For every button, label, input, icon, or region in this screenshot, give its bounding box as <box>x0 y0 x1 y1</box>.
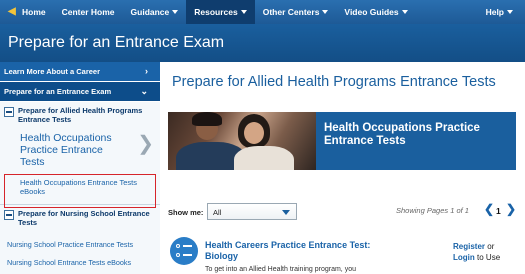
sidebar-group-allied[interactable]: Prepare for Allied Health Programs Entra… <box>0 102 160 126</box>
nav-guidance[interactable]: Guidance <box>123 0 187 24</box>
home-icon: ◀ <box>8 6 16 17</box>
chevron-right-icon: ❯ <box>137 133 154 155</box>
nav-video-guides-label: Video Guides <box>344 7 399 17</box>
nav-home[interactable]: ◀ Home <box>0 0 54 24</box>
sidebar-item-nursing-ebooks[interactable]: Nursing School Entrance Tests eBooks <box>7 258 131 267</box>
register-link[interactable]: Register <box>453 242 485 251</box>
prev-page-icon[interactable]: ❮ <box>484 202 494 216</box>
hero-text: Health Occupations Practice Entrance Tes… <box>324 122 480 147</box>
sidebar-item-label: Prepare for an Entrance Exam <box>4 87 112 96</box>
page-number[interactable]: 1 <box>496 206 501 216</box>
paging-text: Showing Pages 1 of 1 <box>396 206 469 215</box>
next-page-icon[interactable]: ❯ <box>506 202 516 216</box>
show-me-label: Show me: <box>168 208 204 217</box>
chevron-right-icon: › <box>145 66 148 76</box>
register-login: Register or Login to Use <box>453 241 500 263</box>
caret-down-icon <box>322 10 329 14</box>
login-link[interactable]: Login <box>453 253 475 262</box>
or-text: or <box>487 242 495 251</box>
students-photo <box>168 112 316 170</box>
sidebar-item-learn-more[interactable]: Learn More About a Career › <box>0 62 160 82</box>
show-me-select[interactable]: All <box>207 203 297 220</box>
to-use-text: to Use <box>477 253 501 262</box>
sidebar-group-label: Prepare for Nursing School Entrance Test… <box>18 209 150 227</box>
nav-help-label: Help <box>485 7 504 17</box>
sidebar-item-nursing-practice[interactable]: Nursing School Practice Entrance Tests <box>7 240 133 249</box>
sidebar-item-hop-practice[interactable]: Health Occupations Practice Entrance Tes… <box>0 126 160 172</box>
nav-home-label: Home <box>22 7 46 17</box>
sidebar-group-nursing[interactable]: Prepare for Nursing School Entrance Test… <box>0 205 160 229</box>
page-banner: Prepare for an Entrance Exam <box>0 24 525 62</box>
caret-down-icon <box>282 210 290 215</box>
chevron-down-icon: ⌄ <box>140 86 148 96</box>
nav-center-home[interactable]: Center Home <box>54 0 123 24</box>
top-nav: ◀ Home Center Home Guidance Resources Ot… <box>0 0 525 24</box>
sidebar-item-prepare[interactable]: Prepare for an Entrance Exam ⌄ <box>0 82 160 102</box>
nav-resources[interactable]: Resources <box>186 0 255 24</box>
nav-help[interactable]: Help <box>478 0 525 24</box>
collapse-icon[interactable] <box>4 210 14 220</box>
page-title: Prepare for Allied Health Programs Entra… <box>172 74 496 90</box>
result-description: To get into an Allied Health training pr… <box>205 266 356 273</box>
caret-down-icon <box>240 10 247 14</box>
select-value: All <box>213 208 222 217</box>
banner-title: Prepare for an Entrance Exam <box>8 34 225 51</box>
caret-down-icon <box>507 10 513 14</box>
caret-down-icon <box>401 10 408 14</box>
nav-guidance-label: Guidance <box>130 7 170 17</box>
result-title[interactable]: Health Careers Practice Entrance Test: B… <box>205 240 405 262</box>
nav-center-home-label: Center Home <box>61 7 115 17</box>
sidebar-item-label: Learn More About a Career <box>4 67 100 76</box>
nav-resources-label: Resources <box>194 7 238 17</box>
list-icon <box>170 237 198 265</box>
nav-other-centers[interactable]: Other Centers <box>255 0 337 24</box>
sidebar-item-label: Health Occupations Practice Entrance Tes… <box>20 132 112 168</box>
sidebar-group-label: Prepare for Allied Health Programs Entra… <box>18 106 143 124</box>
collapse-icon[interactable] <box>4 107 14 117</box>
nav-video-guides[interactable]: Video Guides <box>336 0 415 24</box>
hero-banner: Health Occupations Practice Entrance Tes… <box>168 112 516 170</box>
highlight-box <box>4 174 156 208</box>
nav-other-centers-label: Other Centers <box>262 7 320 17</box>
caret-down-icon <box>172 10 179 14</box>
